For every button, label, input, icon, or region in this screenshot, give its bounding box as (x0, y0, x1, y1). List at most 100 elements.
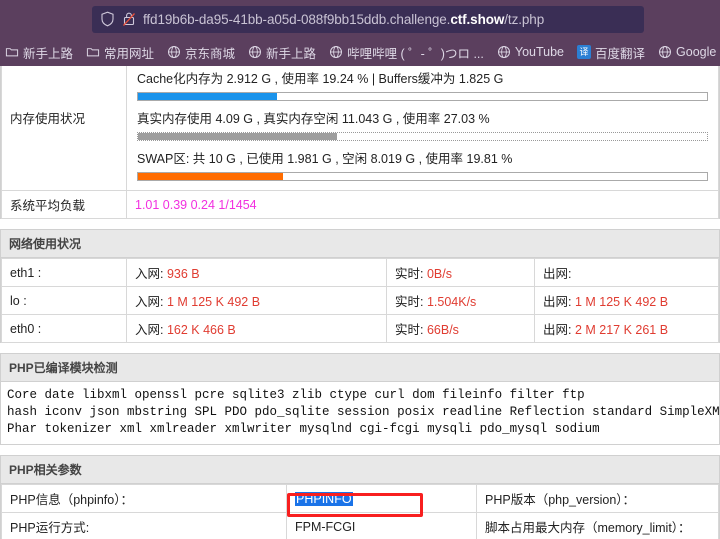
bookmark-label: Google (676, 45, 717, 59)
network-out-value: 2 M 217 K 261 B (574, 323, 669, 337)
load-label: 系统平均负载 (1, 190, 127, 219)
module-line-0: Core date libxml openssl pcre sqlite3 zl… (7, 388, 585, 402)
url-text: ffd19b6b-da95-41bb-a05d-088f9bb15ddb.cha… (143, 11, 545, 27)
progress-bar-fill (138, 133, 338, 140)
network-panel: 网络使用状况 eth1 : 入网: 936 B 实时: 0B/s 出网: lo : 入网… (0, 229, 720, 343)
network-interface-name: eth0 : (1, 314, 127, 343)
php-param-row: PHP信息（phpinfo）： PHPINFO PHP版本（php_version）… (1, 484, 719, 513)
url-bar-row: ffd19b6b-da95-41bb-a05d-088f9bb15ddb.cha… (0, 0, 720, 38)
php-param-key: PHP信息（phpinfo）： (1, 484, 287, 513)
network-out: 出网: 1 M 125 K 492 B (534, 286, 719, 315)
memory-line-text: Cache化内存为 2.912 G , 使用率 19.24 % | Buffer… (137, 72, 504, 86)
network-realtime-value: 1.504K/s (426, 295, 477, 309)
bookmark-label: 新手上路 (266, 46, 317, 61)
php-param-value-cell: FPM-FCGI (286, 512, 477, 539)
memory-row: 内存使用状况 Cache化内存为 2.912 G , 使用率 19.24 % |… (1, 66, 719, 191)
network-in-value: 162 K 466 B (166, 323, 236, 337)
section-spacer-2 (0, 343, 720, 353)
globe-icon (329, 45, 343, 59)
globe-icon (248, 45, 262, 59)
memory-row-label: 内存使用状况 (1, 66, 127, 191)
globe-icon (658, 45, 672, 59)
php-param-row: PHP运行方式: FPM-FCGI 脚本占用最大内存（memory_limit）： (1, 512, 719, 539)
network-realtime: 实时: 0B/s (386, 258, 535, 287)
bookmark-item-6[interactable]: 译百度翻译 (572, 41, 650, 64)
network-in-value: 1 M 125 K 492 B (166, 295, 261, 309)
bookmark-item-4[interactable]: 哔哩哔哩 ( ゜- ゜)つロ ... (324, 41, 489, 64)
network-interface-name: eth1 : (1, 258, 127, 287)
network-realtime-value: 66B/s (426, 323, 459, 337)
network-interface-name: lo : (1, 286, 127, 315)
bookmark-item-1[interactable]: 常用网址 (81, 41, 159, 64)
modules-list: Core date libxml openssl pcre sqlite3 zl… (1, 382, 719, 445)
network-row: lo : 入网: 1 M 125 K 492 B 实时: 1.504K/s 出网: 1… (1, 286, 719, 315)
php-param-key: PHP运行方式: (1, 512, 287, 539)
memory-line-2: SWAP区: 共 10 G , 已使用 1.981 G , 空闲 8.019 G… (135, 146, 710, 181)
modules-title: PHP已编译模块检测 (1, 354, 719, 382)
folder-icon (86, 45, 100, 59)
progress-bar-fill (138, 93, 278, 100)
php-params-title: PHP相关参数 (1, 456, 719, 484)
memory-line-text: 真实内存使用 4.09 G , 真实内存空闲 11.043 G , 使用率 27… (137, 112, 490, 126)
network-in-value: 936 B (166, 267, 200, 281)
bookmark-item-2[interactable]: 京东商城 (162, 41, 240, 64)
network-in: 入网: 162 K 466 B (126, 314, 387, 343)
network-realtime-value: 0B/s (426, 267, 452, 281)
network-in: 入网: 936 B (126, 258, 387, 287)
php-params-table: PHP信息（phpinfo）： PHPINFO PHP版本（php_version）… (1, 484, 719, 539)
globe-icon (497, 45, 511, 59)
memory-line-0: Cache化内存为 2.912 G , 使用率 19.24 % | Buffer… (135, 66, 710, 101)
network-table: eth1 : 入网: 936 B 实时: 0B/s 出网: lo : 入网: 1 M 1… (1, 258, 719, 343)
translate-icon: 译 (577, 45, 591, 59)
address-bar[interactable]: ffd19b6b-da95-41bb-a05d-088f9bb15ddb.cha… (92, 5, 644, 33)
network-out-value: 1 M 125 K 492 B (574, 295, 669, 309)
load-row: 系统平均负载 1.01 0.39 0.24 1/1454 (1, 190, 719, 219)
php-param-key-right: PHP版本（php_version）： (476, 484, 719, 513)
network-out: 出网: 2 M 217 K 261 B (534, 314, 719, 343)
module-line-1: hash iconv json mbstring SPL PDO pdo_sql… (7, 405, 719, 419)
network-row: eth0 : 入网: 162 K 466 B 实时: 66B/s 出网: 2 M 21… (1, 314, 719, 343)
bookmark-label: YouTube (514, 45, 564, 59)
bookmarks-bar: 新手上路 常用网址 京东商城 新手上路 哔哩哔哩 ( ゜- ゜)つロ ... YouTub… (0, 38, 720, 66)
load-value: 1.01 0.39 0.24 1/1454 (126, 190, 719, 219)
network-realtime: 实时: 66B/s (386, 314, 535, 343)
php-param-key-right: 脚本占用最大内存（memory_limit）： (476, 512, 719, 539)
memory-line-1: 真实内存使用 4.09 G , 真实内存空闲 11.043 G , 使用率 27… (135, 106, 710, 141)
bookmark-label: 新手上路 (23, 46, 74, 61)
progress-bar-fill (138, 173, 284, 180)
globe-icon (167, 45, 181, 59)
php-param-value-cell: PHPINFO (286, 484, 477, 513)
memory-table: 内存使用状况 Cache化内存为 2.912 G , 使用率 19.24 % |… (1, 66, 719, 219)
memory-panel: 内存使用状况 Cache化内存为 2.912 G , 使用率 19.24 % |… (0, 66, 720, 219)
bookmark-item-5[interactable]: YouTube (492, 43, 569, 61)
memory-cell: Cache化内存为 2.912 G , 使用率 19.24 % | Buffer… (126, 66, 719, 191)
network-out: 出网: (534, 258, 719, 287)
memory-line-text: SWAP区: 共 10 G , 已使用 1.981 G , 空闲 8.019 G… (137, 152, 513, 166)
php-param-value: FPM-FCGI (295, 519, 356, 534)
bookmark-label: 常用网址 (104, 46, 155, 61)
progress-bar-track (137, 132, 708, 141)
lock-crossed-icon[interactable] (122, 11, 136, 27)
bookmark-item-0[interactable]: 新手上路 (0, 41, 78, 64)
memory-lines: Cache化内存为 2.912 G , 使用率 19.24 % | Buffer… (135, 66, 710, 181)
browser-chrome: ffd19b6b-da95-41bb-a05d-088f9bb15ddb.cha… (0, 0, 720, 66)
php-params-panel: PHP相关参数 PHP信息（phpinfo）： PHPINFO PHP版本（php_… (0, 455, 720, 539)
progress-bar-track (137, 172, 708, 181)
network-in: 入网: 1 M 125 K 492 B (126, 286, 387, 315)
bookmark-label: 百度翻译 (595, 46, 646, 61)
page-content: 内存使用状况 Cache化内存为 2.912 G , 使用率 19.24 % |… (0, 66, 720, 539)
bookmark-item-3[interactable]: 新手上路 (243, 41, 321, 64)
shield-icon[interactable] (100, 11, 115, 27)
network-realtime: 实时: 1.504K/s (386, 286, 535, 315)
modules-panel: PHP已编译模块检测 Core date libxml openssl pcre… (0, 353, 720, 445)
folder-icon (5, 45, 19, 59)
network-row: eth1 : 入网: 936 B 实时: 0B/s 出网: (1, 258, 719, 287)
phpinfo-link[interactable]: PHPINFO (295, 491, 353, 506)
section-spacer (0, 219, 720, 229)
bookmark-label: 哔哩哔哩 ( ゜- ゜)つロ ... (347, 46, 484, 61)
section-spacer-3 (0, 445, 720, 455)
bookmark-label: 京东商城 (185, 46, 236, 61)
network-title: 网络使用状况 (1, 230, 719, 258)
bookmark-item-7[interactable]: Google (653, 43, 720, 61)
progress-bar-track (137, 92, 708, 101)
